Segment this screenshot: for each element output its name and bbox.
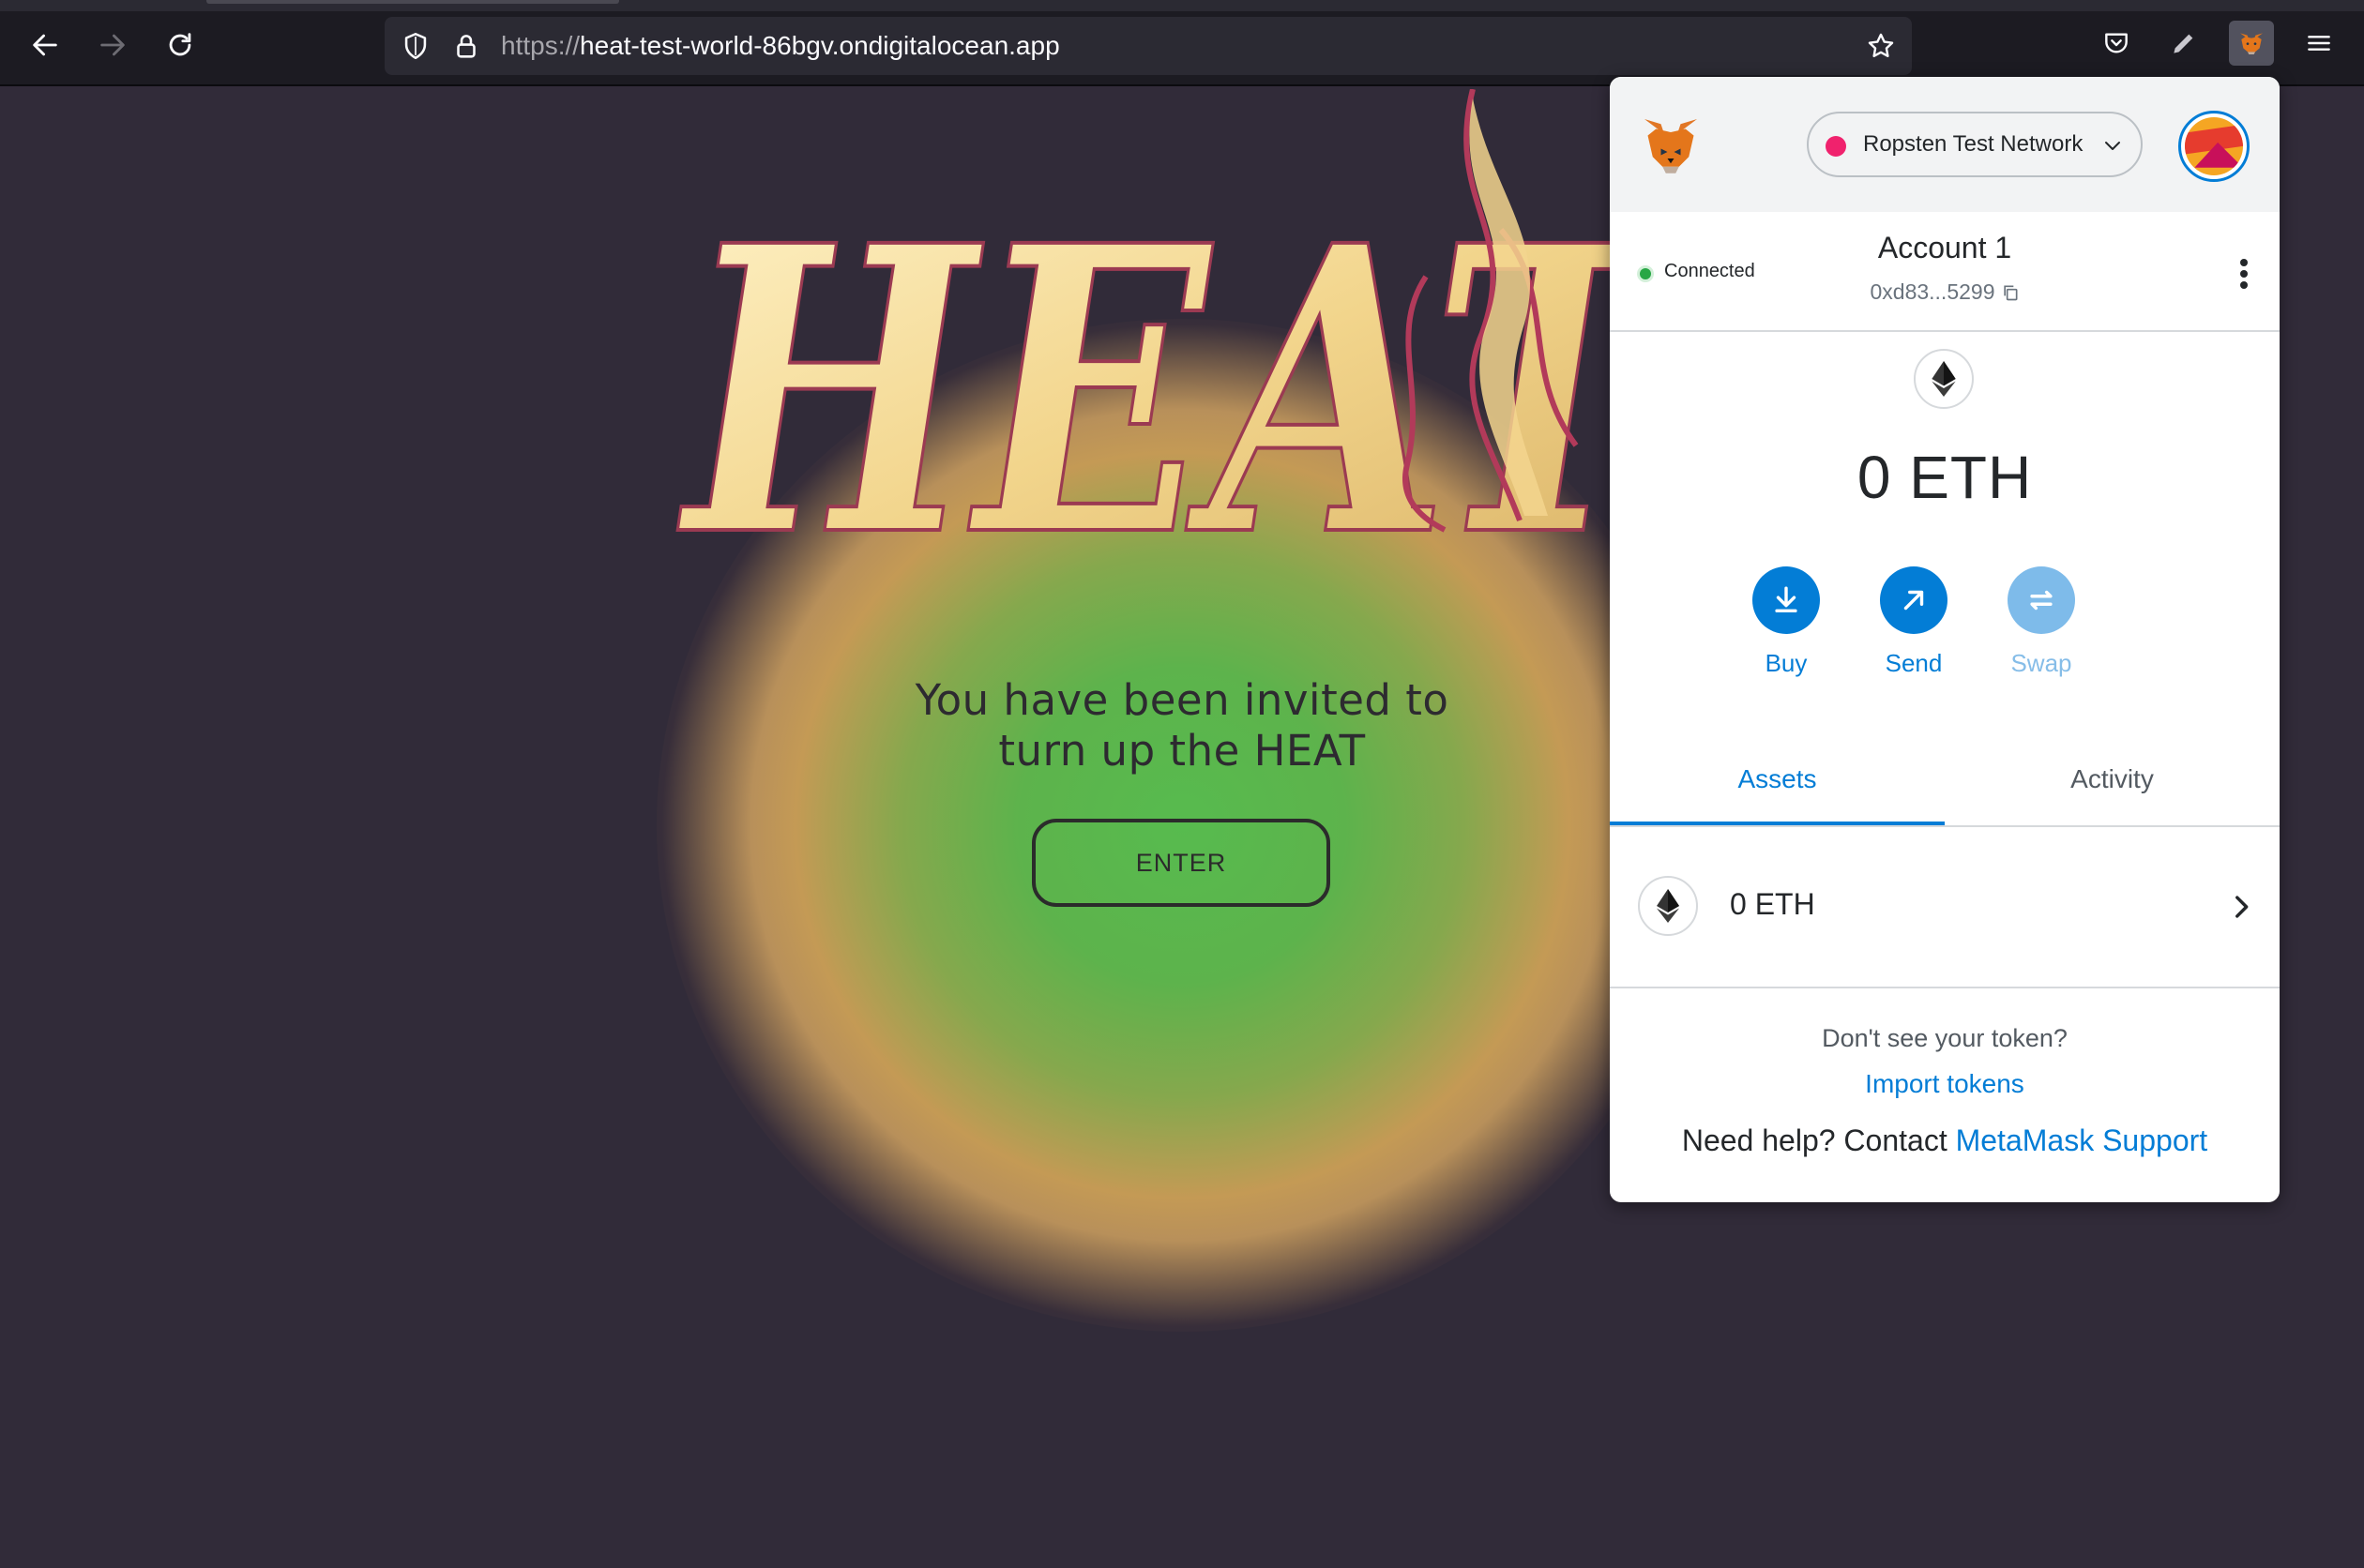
account-avatar[interactable] bbox=[2178, 111, 2250, 182]
copy-icon[interactable] bbox=[2001, 283, 2020, 302]
swap-circle bbox=[2008, 566, 2075, 634]
tracking-shield-icon[interactable] bbox=[400, 30, 432, 62]
help-prefix: Need help? Contact bbox=[1681, 1123, 1947, 1157]
forward-button[interactable] bbox=[92, 24, 133, 66]
asset-balance: 0 ETH bbox=[1730, 887, 1815, 921]
identicon-icon bbox=[2185, 117, 2243, 175]
import-tokens-link[interactable]: Import tokens bbox=[1610, 1069, 2280, 1099]
send-circle bbox=[1880, 566, 1947, 634]
buy-circle bbox=[1752, 566, 1820, 634]
send-button[interactable]: Send bbox=[1857, 566, 1970, 678]
metamask-fox-icon bbox=[2240, 33, 2263, 54]
account-options-kebab-icon[interactable] bbox=[2236, 255, 2251, 293]
invite-message: You have been invited to turn up the HEA… bbox=[826, 675, 1538, 776]
heat-logo-text: HEAT bbox=[675, 161, 1614, 539]
reload-icon bbox=[169, 33, 191, 56]
asset-eth-logo bbox=[1638, 876, 1698, 936]
network-selector[interactable]: Ropsten Test Network bbox=[1807, 112, 2143, 177]
network-label: Ropsten Test Network bbox=[1863, 131, 2084, 157]
metamask-logo-icon[interactable] bbox=[1638, 113, 1704, 178]
url-text[interactable]: https://heat-test-world-86bgv.ondigitalo… bbox=[501, 17, 1060, 75]
menu-button[interactable] bbox=[2296, 21, 2341, 66]
account-balance: 0 ETH bbox=[1856, 444, 2033, 511]
download-icon bbox=[1775, 586, 1797, 613]
dont-see-token-text: Don't see your token? bbox=[1822, 1024, 2068, 1052]
browser-toolbar: https://heat-test-world-86bgv.ondigitalo… bbox=[0, 0, 2364, 86]
edit-extension-button[interactable] bbox=[2161, 21, 2206, 66]
pencil-icon bbox=[2174, 34, 2193, 53]
swap-button[interactable]: Swap bbox=[1985, 566, 2098, 678]
connected-status-dot bbox=[1640, 268, 1651, 279]
arrow-right-icon bbox=[100, 34, 125, 56]
arrow-left-icon bbox=[33, 34, 57, 56]
pocket-icon bbox=[2105, 33, 2128, 53]
metamask-popup: Ropsten Test Network Connected Account 1… bbox=[1610, 77, 2280, 1202]
eth-logo bbox=[1914, 349, 1974, 409]
account-details: Connected Account 1 0xd83...5299 bbox=[1610, 212, 2280, 332]
lock-icon[interactable] bbox=[450, 30, 482, 62]
reload-button[interactable] bbox=[159, 24, 201, 66]
metamask-extension-button[interactable] bbox=[2229, 21, 2274, 66]
active-tab-indicator[interactable] bbox=[206, 0, 619, 4]
chevron-down-icon bbox=[2105, 142, 2120, 150]
account-address-text: 0xd83...5299 bbox=[1870, 279, 1995, 304]
eth-icon bbox=[1932, 361, 1956, 397]
pocket-button[interactable] bbox=[2094, 21, 2139, 66]
invite-line-1: You have been invited to bbox=[915, 675, 1449, 725]
tab-activity[interactable]: Activity bbox=[1945, 748, 2280, 825]
metamask-support-link[interactable]: MetaMask Support bbox=[1956, 1123, 2208, 1157]
swap-label: Swap bbox=[2010, 649, 2072, 677]
metamask-header: Ropsten Test Network bbox=[1610, 77, 2280, 212]
buy-label: Buy bbox=[1765, 649, 1808, 677]
eth-icon bbox=[1657, 889, 1679, 923]
bookmark-star-icon[interactable] bbox=[1865, 30, 1897, 62]
tab-assets[interactable]: Assets bbox=[1610, 748, 1945, 825]
account-name: Account 1 bbox=[1877, 231, 2012, 264]
swap-icon bbox=[2030, 590, 2053, 611]
buy-button[interactable]: Buy bbox=[1730, 566, 1842, 678]
network-status-dot bbox=[1826, 136, 1846, 157]
chevron-right-icon bbox=[2235, 896, 2249, 918]
wallet-tabs: Assets Activity bbox=[1610, 748, 2280, 827]
back-button[interactable] bbox=[24, 24, 66, 66]
account-address[interactable]: 0xd83...5299 bbox=[1610, 279, 2280, 305]
invite-line-2: turn up the HEAT bbox=[998, 726, 1366, 776]
arrow-up-right-icon bbox=[1903, 590, 1924, 611]
asset-row-eth[interactable]: 0 ETH bbox=[1610, 827, 2280, 988]
enter-button[interactable]: ENTER bbox=[1032, 819, 1330, 907]
send-label: Send bbox=[1885, 649, 1943, 677]
url-host: heat-test-world-86bgv.ondigitalocean.app bbox=[580, 31, 1060, 60]
hamburger-icon bbox=[2308, 36, 2330, 51]
help-text: Need help? Contact MetaMask Support bbox=[1610, 1123, 2280, 1158]
heat-logo: HEAT bbox=[675, 89, 1614, 539]
url-protocol: https:// bbox=[501, 31, 581, 60]
url-bar[interactable]: https://heat-test-world-86bgv.ondigitalo… bbox=[385, 17, 1912, 75]
